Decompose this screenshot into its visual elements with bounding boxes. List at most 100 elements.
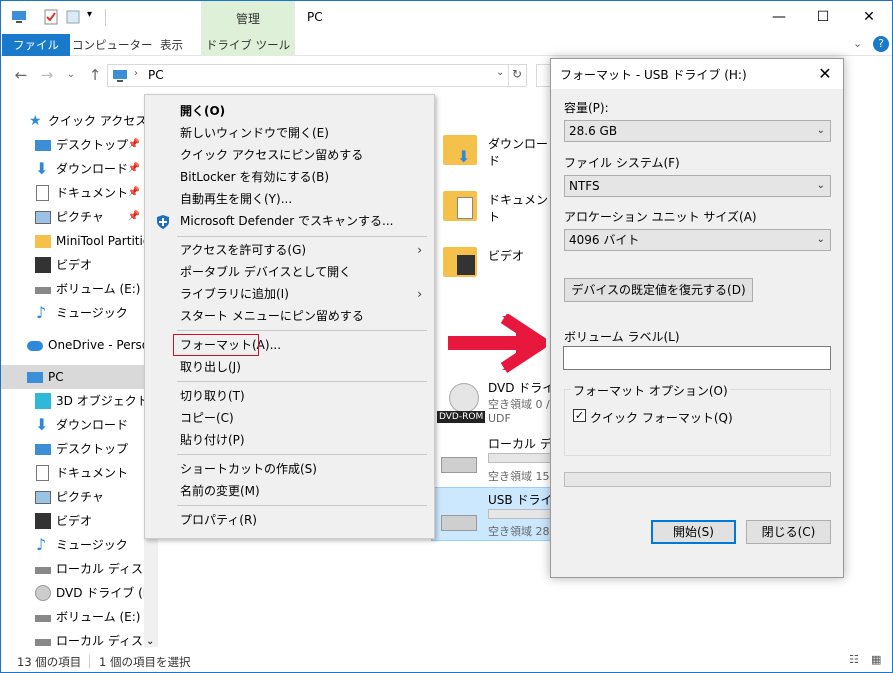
new-folder-icon[interactable] xyxy=(65,9,81,25)
sidebar-item-pc[interactable]: PC xyxy=(1,365,144,389)
tab-view[interactable]: 表示 xyxy=(149,34,194,56)
recent-chevron-icon[interactable]: ⌄ xyxy=(61,65,81,85)
quick-format-label[interactable]: クイック フォーマット(Q) xyxy=(590,409,733,426)
up-arrow-icon[interactable]: ↑ xyxy=(85,65,105,85)
menu-item-defender-scan[interactable]: Microsoft Defender でスキャンする... xyxy=(147,210,432,232)
sidebar-item-local-disk-c[interactable]: ローカル ディスク (C xyxy=(1,557,146,581)
restore-defaults-button[interactable]: デバイスの既定値を復元する(D) xyxy=(564,278,753,302)
menu-item-copy[interactable]: コピー(C) xyxy=(147,407,432,429)
menu-item-pin-quick-access[interactable]: クイック アクセスにピン留めする xyxy=(147,144,432,166)
menu-item-cut[interactable]: 切り取り(T) xyxy=(147,385,432,407)
drive-free-space: 空き領域 152 xyxy=(488,470,557,483)
search-input[interactable] xyxy=(536,64,550,87)
folder-label[interactable]: ダウンロード xyxy=(488,135,551,169)
menu-separator xyxy=(177,505,427,506)
sidebar-item-pc-documents[interactable]: ドキュメント xyxy=(1,461,146,485)
sidebar-item-pc-pictures[interactable]: ピクチャ xyxy=(1,485,146,509)
folder-icon[interactable] xyxy=(443,191,477,221)
sidebar-item-label: ダウンロード xyxy=(56,162,129,176)
sidebar-item-pictures[interactable]: ピクチャ 📌 xyxy=(1,205,146,229)
sidebar-item-music[interactable]: ♪ ミュージック xyxy=(1,301,146,325)
menu-item-create-shortcut[interactable]: ショートカットの作成(S) xyxy=(147,458,432,480)
pin-icon[interactable]: 📌 xyxy=(128,157,140,181)
menu-item-rename[interactable]: 名前の変更(M) xyxy=(147,480,432,502)
address-dropdown-icon[interactable]: ⌄ xyxy=(496,67,504,78)
menu-item-properties[interactable]: プロパティ(R) xyxy=(147,509,432,531)
menu-item-autoplay[interactable]: 自動再生を開く(Y)... xyxy=(147,188,432,210)
menu-item-open-portable[interactable]: ポータブル デバイスとして開く xyxy=(147,261,432,283)
menu-item-bitlocker[interactable]: BitLocker を有効にする(B) xyxy=(147,166,432,188)
allocation-select[interactable]: 4096 バイト ⌄ xyxy=(564,229,831,251)
chevron-down-icon[interactable]: ⌄ xyxy=(853,37,862,50)
quick-format-checkbox[interactable]: ✓ xyxy=(573,409,586,422)
volume-label-input[interactable] xyxy=(563,346,831,370)
tab-file[interactable]: ファイル xyxy=(2,34,70,56)
pin-icon[interactable]: 📌 xyxy=(128,181,140,205)
menu-item-paste[interactable]: 貼り付け(P) xyxy=(147,429,432,451)
maximize-button[interactable]: ☐ xyxy=(800,1,846,34)
dialog-title: フォーマット - USB ドライブ (H:) xyxy=(560,68,747,82)
folder-label[interactable]: ビデオ xyxy=(488,247,524,264)
sidebar-item-dvd-d[interactable]: DVD ドライブ (D:) xyxy=(1,581,146,605)
sidebar-item-pc-volume-e[interactable]: ボリューム (E:) xyxy=(1,605,146,629)
sidebar-item-downloads[interactable]: ⬇ ダウンロード 📌 xyxy=(1,157,146,181)
properties-check-icon[interactable] xyxy=(43,9,59,25)
forward-arrow-icon[interactable]: → xyxy=(37,65,57,85)
chevron-right-icon: › xyxy=(417,243,422,257)
status-bar: 13 個の項目 1 個の項目を選択 ☷ ▦ xyxy=(1,649,892,672)
menu-item-add-library[interactable]: ライブラリに追加(I) › xyxy=(147,283,432,305)
sidebar-item-documents[interactable]: ドキュメント 📌 xyxy=(1,181,146,205)
sidebar-item-label: ダウンロード xyxy=(56,418,129,432)
customize-quick-access-icon[interactable]: ▾ xyxy=(87,9,92,20)
menu-item-open-new-window[interactable]: 新しいウィンドウで開く(E) xyxy=(147,122,432,144)
folder-icon xyxy=(35,235,51,248)
sidebar-item-label: ピクチャ xyxy=(56,210,104,224)
folder-icon[interactable] xyxy=(443,247,477,277)
sidebar-item-desktop[interactable]: デスクトップ 📌 xyxy=(1,133,146,157)
sidebar-item-pc-desktop[interactable]: デスクトップ xyxy=(1,437,146,461)
start-button[interactable]: 開始(S) xyxy=(651,520,736,544)
format-progress-bar xyxy=(564,472,831,487)
back-arrow-icon[interactable]: ← xyxy=(11,65,31,85)
close-button[interactable]: 閉じる(C) xyxy=(746,520,831,544)
dialog-close-button[interactable]: ✕ xyxy=(813,62,837,86)
disc-icon[interactable] xyxy=(449,383,479,413)
filesystem-label: ファイル システム(F) xyxy=(564,156,680,170)
help-icon[interactable]: ? xyxy=(873,36,889,52)
pc-icon xyxy=(27,372,43,383)
menu-item-eject[interactable]: 取り出し(J) xyxy=(147,356,432,378)
scroll-down-icon[interactable]: ⌄ xyxy=(146,636,154,647)
sidebar-item-videos[interactable]: ビデオ xyxy=(1,253,146,277)
details-view-icon[interactable]: ☷ xyxy=(849,653,859,666)
drive-free-space: 空き領域 28. xyxy=(488,525,553,538)
minimize-button[interactable]: — xyxy=(756,1,802,34)
menu-item-give-access[interactable]: アクセスを許可する(G) › xyxy=(147,239,432,261)
menu-item-open[interactable]: 開く(O) xyxy=(147,100,432,122)
pin-icon[interactable]: 📌 xyxy=(128,133,140,157)
tab-manage[interactable]: 管理 xyxy=(201,1,295,34)
large-icons-view-icon[interactable]: ▦ xyxy=(871,653,881,666)
drive-icon xyxy=(35,639,51,646)
filesystem-select[interactable]: NTFS ⌄ xyxy=(564,175,831,197)
navigation-pane: ★ クイック アクセス デスクトップ 📌 ⬇ ダウンロード 📌 ドキュメント 📌… xyxy=(1,101,161,649)
sidebar-item-pc-downloads[interactable]: ⬇ ダウンロード xyxy=(1,413,146,437)
drive-icon[interactable] xyxy=(441,457,477,473)
sidebar-item-onedrive[interactable]: OneDrive - Persor xyxy=(1,333,146,357)
sidebar-item-quick-access[interactable]: ★ クイック アクセス xyxy=(1,109,146,133)
sidebar-item-volume-e[interactable]: ボリューム (E:) xyxy=(1,277,146,301)
folder-label[interactable]: ドキュメント xyxy=(488,191,551,225)
pin-icon[interactable]: 📌 xyxy=(128,205,140,229)
tab-drive-tools[interactable]: ドライブ ツール xyxy=(201,34,295,56)
sidebar-item-minitool[interactable]: MiniTool Partitio xyxy=(1,229,146,253)
sidebar-item-3d-objects[interactable]: 3D オブジェクト xyxy=(1,389,146,413)
sidebar-item-pc-music[interactable]: ♪ ミュージック xyxy=(1,533,146,557)
capacity-select[interactable]: 28.6 GB ⌄ xyxy=(564,120,831,142)
close-window-button[interactable]: ✕ xyxy=(846,1,892,34)
sidebar-item-pc-videos[interactable]: ビデオ xyxy=(1,509,146,533)
refresh-icon[interactable]: ↻ xyxy=(512,67,522,81)
title-bar: ▾ 管理 PC — ☐ ✕ xyxy=(1,1,892,34)
capacity-value: 28.6 GB xyxy=(569,124,618,138)
address-bar[interactable]: › PC ⌄ ↻ xyxy=(107,64,527,87)
folder-icon[interactable]: ⬇ xyxy=(443,135,477,166)
menu-item-pin-start[interactable]: スタート メニューにピン留めする xyxy=(147,305,432,327)
